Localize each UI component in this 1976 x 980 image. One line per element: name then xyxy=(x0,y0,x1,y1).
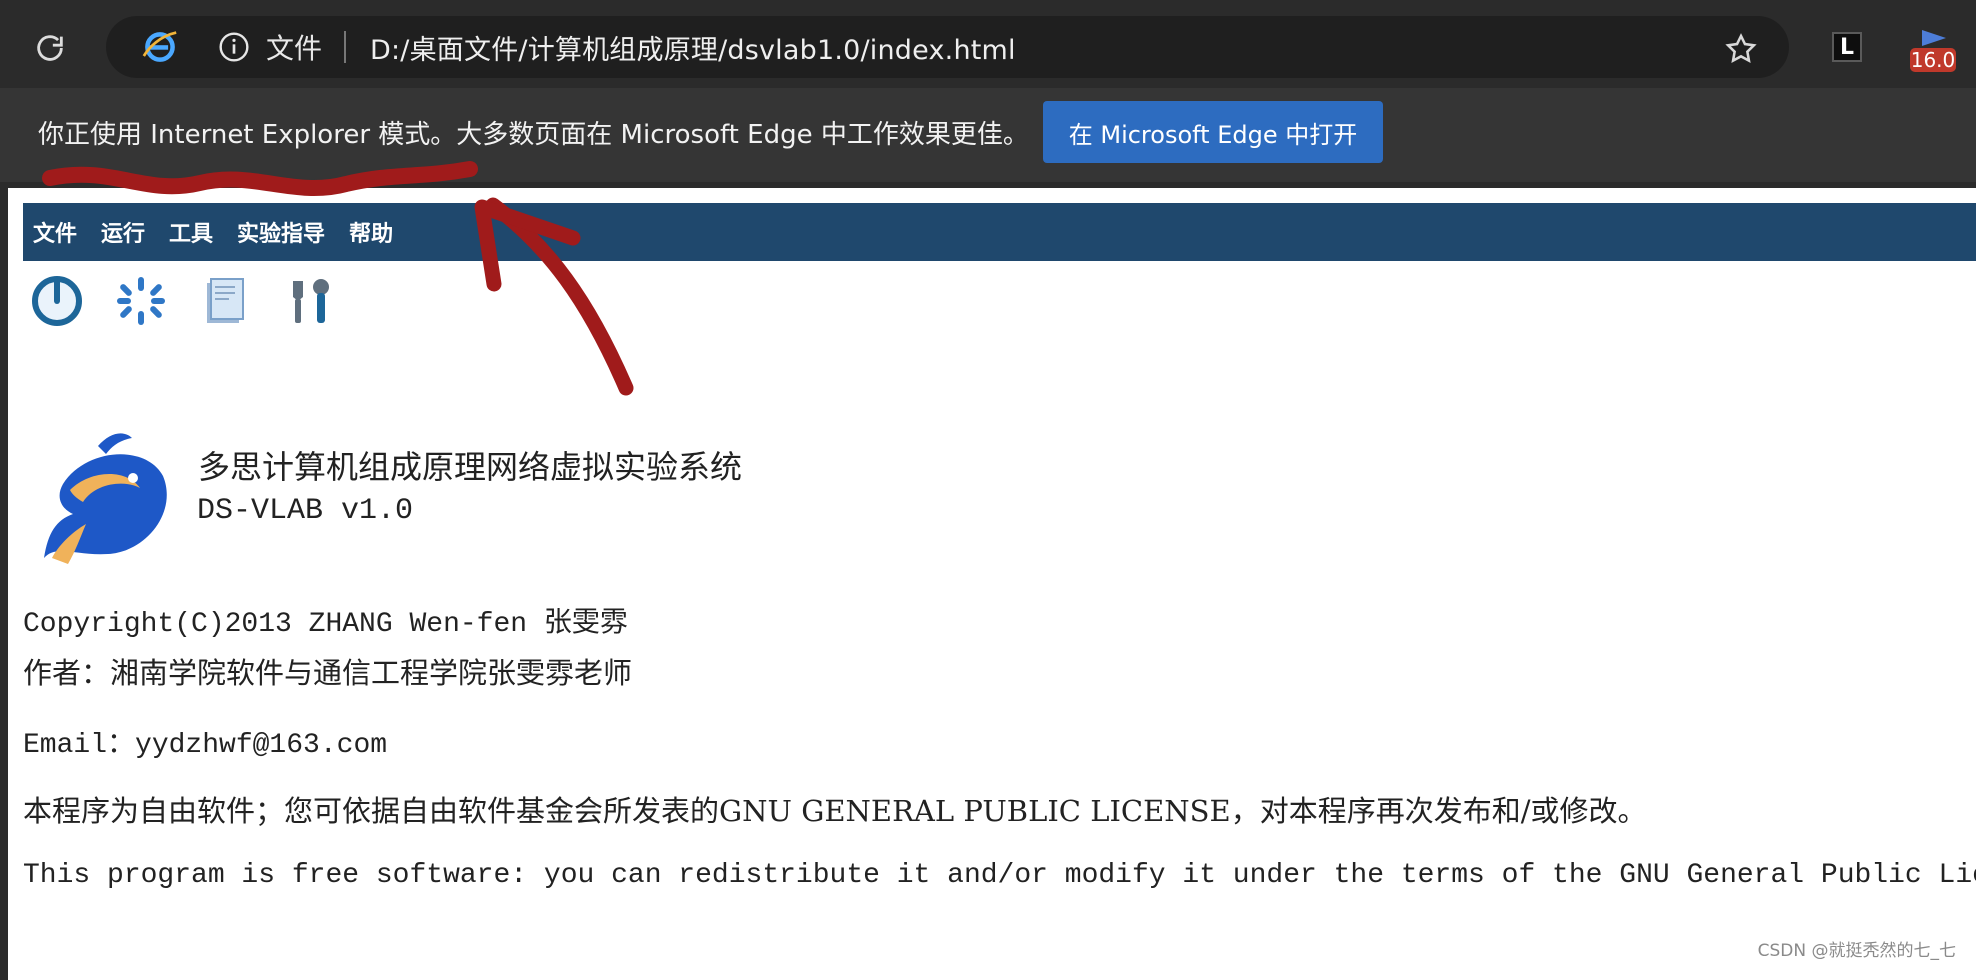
app-title-cn: 多思计算机组成原理网络虚拟实验系统 xyxy=(198,448,743,486)
menu-file[interactable]: 文件 xyxy=(33,216,77,248)
web-page: 文件 运行 工具 实验指导 帮助 多思计算机组成原理网络虚拟实验系统 DS-VL… xyxy=(8,188,1976,980)
menu-help[interactable]: 帮助 xyxy=(349,216,393,248)
open-in-edge-button[interactable]: 在 Microsoft Edge 中打开 xyxy=(1043,101,1383,163)
extension-badge-count: 16.0 xyxy=(1910,48,1956,72)
address-scheme: 文件 xyxy=(266,32,323,65)
dolphin-logo xyxy=(28,428,180,573)
license-en-line: This program is free software: you can r… xyxy=(23,860,1976,891)
browser-toolbar: 文件 D:/桌面文件/计算机组成原理/dsvlab1.0/index.html … xyxy=(0,0,1976,88)
app-toolbar xyxy=(26,270,340,332)
app-title-en: DS-VLAB v1.0 xyxy=(197,494,414,528)
menu-tools[interactable]: 工具 xyxy=(169,216,213,248)
reload-icon[interactable] xyxy=(30,28,70,68)
watermark: CSDN @就挺秃然的七_七 xyxy=(1757,941,1956,961)
favorite-star-icon[interactable] xyxy=(1721,29,1761,69)
address-bar[interactable]: 文件 D:/桌面文件/计算机组成原理/dsvlab1.0/index.html xyxy=(106,16,1789,78)
ie-mode-banner: 你正使用 Internet Explorer 模式。大多数页面在 Microso… xyxy=(0,88,1976,182)
extension-l-icon[interactable]: L xyxy=(1832,32,1862,62)
spinner-icon[interactable] xyxy=(110,270,172,332)
document-icon[interactable] xyxy=(194,270,256,332)
author-line: 作者：湘南学院软件与通信工程学院张雯雰老师 xyxy=(23,656,633,690)
email-line: Email：yydzhwf@163.com xyxy=(23,730,388,761)
app-menubar: 文件 运行 工具 实验指导 帮助 xyxy=(23,203,1976,261)
address-url[interactable]: D:/桌面文件/计算机组成原理/dsvlab1.0/index.html xyxy=(370,28,1016,67)
power-icon[interactable] xyxy=(26,270,88,332)
internet-explorer-icon xyxy=(140,27,180,67)
extension-badge-icon[interactable]: 16.0 xyxy=(1908,30,1958,75)
info-icon[interactable] xyxy=(216,29,252,65)
ie-mode-message: 你正使用 Internet Explorer 模式。大多数页面在 Microso… xyxy=(38,120,1029,150)
tools-icon[interactable] xyxy=(278,270,340,332)
address-separator xyxy=(344,31,347,63)
menu-run[interactable]: 运行 xyxy=(101,216,145,248)
license-cn-line: 本程序为自由软件；您可依据自由软件基金会所发表的GNU GENERAL PUBL… xyxy=(23,794,1647,828)
menu-experiment-guide[interactable]: 实验指导 xyxy=(237,216,325,248)
extension-triangle xyxy=(1922,30,1946,46)
copyright-line: Copyright(C)2013 ZHANG Wen-fen 张雯雰 xyxy=(23,609,628,640)
